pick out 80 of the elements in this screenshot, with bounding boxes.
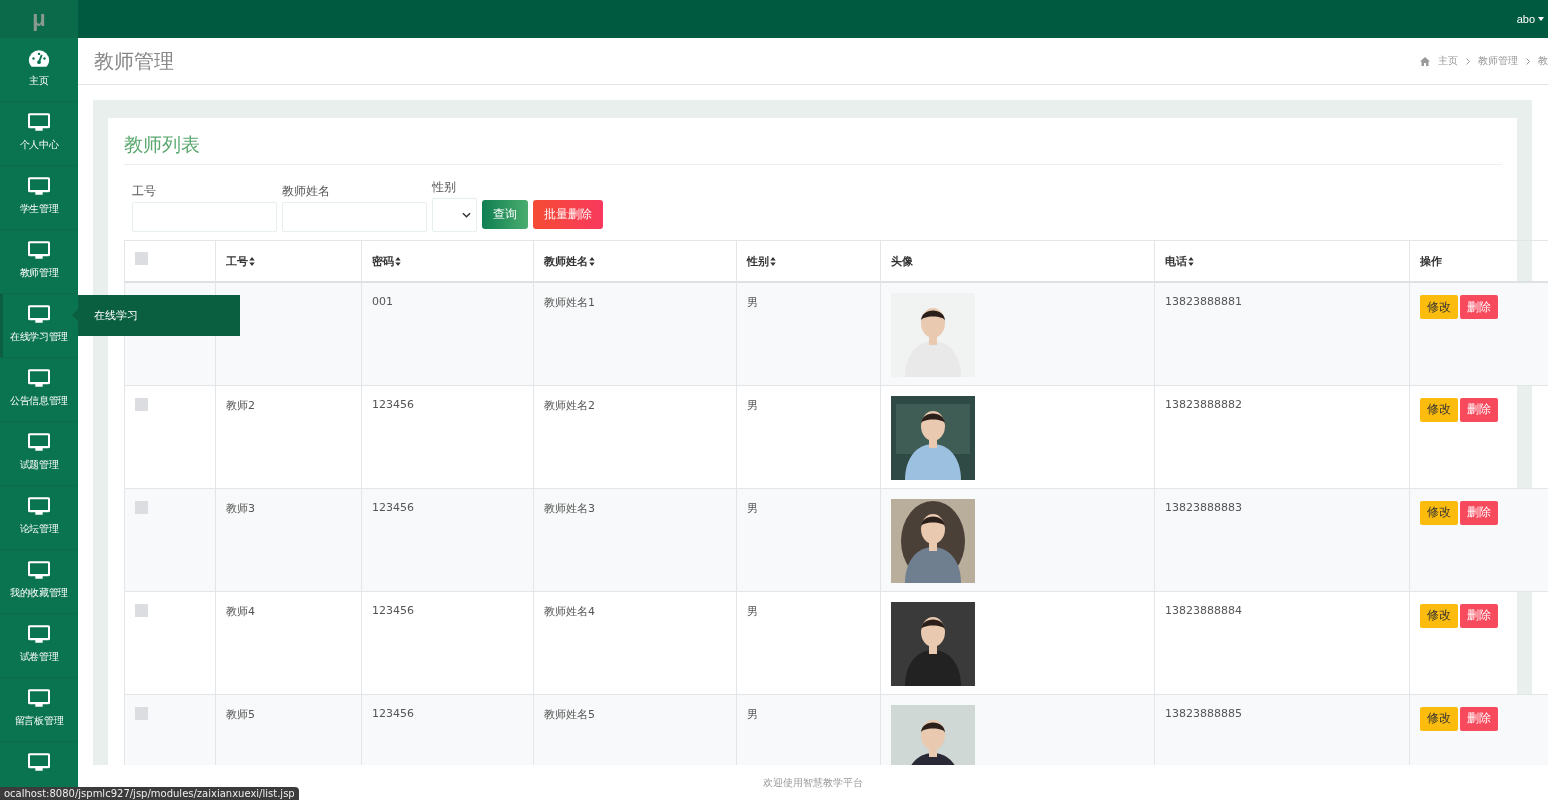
delete-button[interactable]: 删除 <box>1460 603 1498 628</box>
dashboard-icon <box>28 49 50 68</box>
table-cell: 13823888884 <box>1165 603 1242 617</box>
table-cell: 教师姓名1 <box>544 296 595 309</box>
footer-text: 欢迎使用智慧教学平台 <box>763 775 863 790</box>
sort-icon <box>589 256 595 266</box>
table-cell: 男 <box>747 398 758 412</box>
input-field[interactable] <box>132 202 277 232</box>
table-cell: 教师5 <box>226 707 255 721</box>
breadcrumb-link[interactable]: 主页 <box>1438 54 1458 68</box>
edit-button[interactable]: 修改 <box>1420 603 1458 628</box>
monitor-icon <box>28 241 50 260</box>
table-cell: 男 <box>747 501 758 515</box>
table-cell: 教师4 <box>226 604 255 618</box>
monitor-icon <box>28 753 50 772</box>
table-cell: 123456 <box>372 397 414 411</box>
checkbox[interactable] <box>135 603 148 617</box>
sort-icon <box>395 256 401 266</box>
flyout-menu-item[interactable]: 在线学习 <box>72 295 240 336</box>
filter-label: 工号 <box>132 183 157 200</box>
monitor-icon <box>28 177 50 196</box>
monitor-icon <box>28 369 50 388</box>
edit-button[interactable]: 修改 <box>1420 500 1458 525</box>
delete-button[interactable]: 删除 <box>1460 295 1498 319</box>
breadcrumb-link[interactable]: 教 <box>1538 54 1548 68</box>
sort-icon <box>249 256 255 266</box>
edit-button[interactable]: 修改 <box>1420 397 1458 422</box>
sidebar-item[interactable]: 在线学习管理 <box>0 294 78 358</box>
card-title: 教师列表 <box>124 132 1502 165</box>
delete-button[interactable]: 删除 <box>1460 706 1498 731</box>
chevron-down-icon <box>462 212 471 218</box>
table-cell: 123456 <box>372 706 414 720</box>
sort-icon <box>770 256 776 266</box>
caret-icon[interactable] <box>1538 17 1544 21</box>
monitor-icon <box>28 113 50 132</box>
table-cell: 教师姓名3 <box>544 501 595 515</box>
table-cell: 男 <box>747 707 758 721</box>
table-cell: 教师2 <box>226 398 255 412</box>
monitor-icon <box>28 625 50 644</box>
table-cell: 男 <box>747 296 758 309</box>
delete-button[interactable]: 删除 <box>1460 500 1498 525</box>
input-field[interactable] <box>282 202 427 232</box>
chevron-right-icon <box>1526 57 1530 65</box>
table-cell: 13823888883 <box>1165 500 1242 514</box>
user-menu[interactable]: abo <box>1516 13 1535 25</box>
filter-label: 教师姓名 <box>282 183 331 200</box>
table-cell: 123456 <box>372 500 414 514</box>
table-cell: 13823888881 <box>1165 295 1242 308</box>
delete-button[interactable]: 删除 <box>1460 397 1498 422</box>
monitor-icon <box>28 689 50 708</box>
edit-button[interactable]: 修改 <box>1420 295 1458 319</box>
chevron-right-icon <box>1466 57 1470 65</box>
monitor-icon <box>28 305 50 324</box>
logo: μ <box>0 0 78 38</box>
search-button[interactable]: 查询 <box>482 200 528 229</box>
table-cell: 教师3 <box>226 501 255 515</box>
monitor-icon <box>28 497 50 516</box>
table-cell: 男 <box>747 604 758 618</box>
select-field[interactable] <box>432 198 477 232</box>
table-cell: 13823888882 <box>1165 397 1242 411</box>
checkbox[interactable] <box>135 397 148 411</box>
home-icon <box>1420 56 1430 66</box>
delete-button[interactable]: 批量删除 <box>533 200 603 229</box>
table-cell: 123456 <box>372 603 414 617</box>
sort-icon <box>1188 256 1194 266</box>
checkbox[interactable] <box>135 251 148 265</box>
monitor-icon <box>28 561 50 580</box>
checkbox[interactable] <box>135 706 148 720</box>
table-cell: 教师姓名2 <box>544 398 595 412</box>
page-title: 教师管理 <box>94 47 174 75</box>
breadcrumb-link[interactable]: 教师管理 <box>1478 54 1518 68</box>
table-cell: 13823888885 <box>1165 706 1242 720</box>
edit-button[interactable]: 修改 <box>1420 706 1458 731</box>
status-url: ocalhost:8080/jspmlc927/jsp/modules/zaixianxuexi/list.jsp <box>0 787 299 800</box>
table-cell: 教师姓名5 <box>544 707 595 721</box>
checkbox[interactable] <box>135 500 148 514</box>
filter-label: 性别 <box>432 179 457 196</box>
table-cell: 001 <box>372 295 393 308</box>
table-cell: 教师姓名4 <box>544 604 595 618</box>
monitor-icon <box>28 433 50 452</box>
